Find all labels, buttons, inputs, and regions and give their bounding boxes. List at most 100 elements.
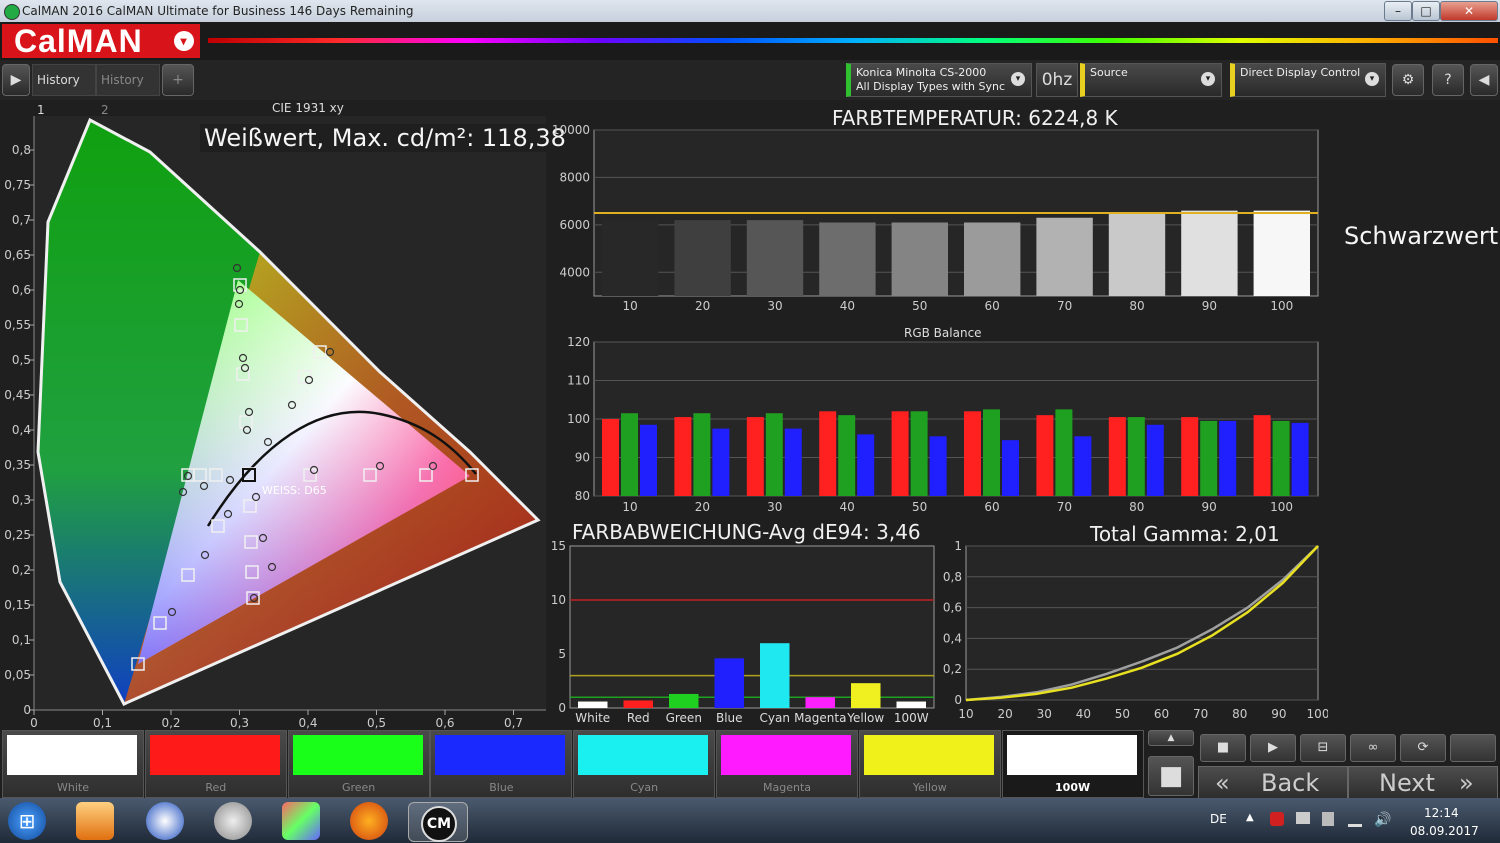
cie-x-tick-label: 0,2: [161, 716, 180, 730]
network-tray-icon[interactable]: [1348, 812, 1362, 827]
clock-date[interactable]: 08.09.2017: [1410, 824, 1479, 838]
stop-measure-button[interactable]: ■: [1148, 756, 1194, 796]
step-icon[interactable]: ⊟: [1300, 734, 1346, 762]
de-x-tick-label: Red: [627, 711, 650, 725]
color-patch-red[interactable]: Red: [144, 730, 287, 798]
next-button[interactable]: Next »: [1348, 766, 1498, 800]
chevron-down-icon: ▾: [174, 31, 194, 51]
rgb-bar-g: [1272, 420, 1290, 496]
help-icon[interactable]: ?: [1432, 64, 1464, 96]
cie-x-tick-label: 0,6: [435, 716, 454, 730]
play-measure-icon[interactable]: ▶: [1250, 734, 1296, 762]
source-label: Source: [1090, 66, 1128, 79]
tab-history-1[interactable]: History 1: [32, 64, 96, 117]
color-patch-cyan[interactable]: Cyan: [573, 730, 716, 798]
de-y-tick-label: 5: [558, 647, 566, 661]
gamma-x-tick-label: 20: [997, 707, 1012, 721]
stop-icon[interactable]: ■: [1200, 734, 1246, 762]
de-x-tick-label: White: [575, 711, 610, 725]
tab-history-2[interactable]: History 2: [96, 64, 160, 117]
color-patch-blue[interactable]: Blue: [430, 730, 573, 798]
rgb-bar-b: [712, 428, 730, 496]
display-control-selector[interactable]: Direct Display Control ▾: [1230, 63, 1386, 97]
rgb-bar-g: [983, 409, 1000, 496]
rgb-x-tick-label: 60: [984, 500, 999, 514]
gamma-x-tick-label: 90: [1271, 707, 1286, 721]
user-app-icon[interactable]: [146, 802, 184, 840]
color-patch-label: Red: [205, 781, 227, 794]
de-bar: [896, 701, 926, 708]
scroll-up-button[interactable]: ▲: [1148, 730, 1194, 746]
gamma-y-tick-label: 0,8: [943, 570, 962, 584]
gamma-y-tick-label: 0,4: [943, 631, 962, 645]
ct-x-tick-label: 10: [623, 299, 638, 313]
language-indicator[interactable]: DE: [1210, 812, 1227, 826]
display-tray-icon[interactable]: [1296, 812, 1310, 824]
cie-y-tick-label: 0: [23, 703, 31, 717]
gamma-y-tick-label: 0,6: [943, 601, 962, 615]
tray-expand-icon[interactable]: ▲: [1246, 812, 1254, 823]
cie-y-tick-label: 0,55: [4, 318, 31, 332]
start-button-icon[interactable]: ⊞: [8, 802, 46, 840]
media-player-icon[interactable]: [76, 802, 114, 840]
color-patch-100w[interactable]: 100W: [1001, 730, 1144, 798]
color-patch-green[interactable]: Green: [287, 730, 430, 798]
rgb-bar-r: [891, 411, 909, 496]
calman-taskbar-button[interactable]: CM: [408, 802, 468, 842]
rgb-bar-r: [674, 417, 692, 496]
color-patch-label: 100W: [1055, 781, 1091, 794]
color-patch-swatch: [1006, 735, 1137, 775]
de-y-tick-label: 15: [551, 539, 566, 553]
flag-tray-icon[interactable]: [1322, 812, 1334, 826]
next-label: Next: [1379, 769, 1435, 797]
chevron-down-icon: ▾: [1365, 72, 1379, 86]
color-patch-swatch: [292, 735, 423, 775]
minimize-button[interactable]: –: [1384, 1, 1412, 21]
rgb-bar-g: [621, 413, 638, 496]
back-button[interactable]: « Back: [1198, 766, 1348, 800]
color-patch-magenta[interactable]: Magenta: [716, 730, 858, 798]
cie-chromaticity-chart: 0 0,1 0,2 0,3 0,4 0,5 0,6 0,7 0 0,05 0,1 0,15 0,2 0,2…: [4, 116, 546, 730]
rgb-balance-chart: 80 90 100 110 120 10 20 30 40 50 60 70 80 90 100: [567, 335, 1319, 514]
source-selector[interactable]: Source ▾: [1080, 63, 1222, 97]
rgb-x-tick-label: 80: [1129, 500, 1144, 514]
ct-bar: [746, 220, 804, 296]
de-x-tick-label: Blue: [716, 711, 743, 725]
rgb-bar-b: [857, 434, 875, 496]
rgb-y-tick-label: 100: [567, 412, 590, 426]
rgb-bar-g: [1200, 420, 1218, 496]
cie-x-tick-label: 0,4: [298, 716, 317, 730]
close-button[interactable]: ✕: [1440, 1, 1498, 21]
loop-icon[interactable]: ∞: [1350, 734, 1396, 762]
refresh-rate-display[interactable]: 0hz: [1036, 63, 1078, 97]
meter-mode: All Display Types with Sync: [856, 80, 1006, 93]
meter-selector[interactable]: Konica Minolta CS-2000 All Display Types…: [846, 63, 1032, 97]
ct-y-tick-label: 10000: [552, 123, 590, 137]
antivirus-tray-icon[interactable]: [1270, 812, 1284, 826]
cie-y-tick-label: 0,65: [4, 248, 31, 262]
record-icon[interactable]: [1450, 734, 1496, 762]
sync-icon[interactable]: ⟳: [1400, 734, 1446, 762]
de-x-tick-label: Yellow: [846, 711, 884, 725]
paint-app-icon[interactable]: [282, 802, 320, 840]
chevron-down-icon: ▾: [1011, 72, 1025, 86]
de-x-tick-label: Green: [666, 711, 702, 725]
gamma-x-tick-label: 60: [1154, 707, 1169, 721]
collapse-panel-icon[interactable]: ◀: [1470, 64, 1498, 96]
clock-time[interactable]: 12:14: [1424, 806, 1459, 820]
maximize-button[interactable]: □: [1412, 1, 1440, 21]
calman-logo-menu[interactable]: CalMAN ▾: [2, 24, 200, 58]
settings-gear-icon[interactable]: ⚙: [1392, 64, 1424, 96]
color-patch-white[interactable]: White: [2, 730, 144, 798]
color-patch-label: Blue: [489, 781, 514, 794]
play-icon[interactable]: ▶: [2, 64, 30, 96]
cie-y-tick-label: 0,2: [12, 563, 31, 577]
de-x-tick-label: Cyan: [760, 711, 790, 725]
rgb-bar-r: [746, 417, 764, 496]
color-patch-yellow[interactable]: Yellow: [858, 730, 1001, 798]
add-tab-button[interactable]: +: [162, 64, 194, 96]
firefox-icon[interactable]: [350, 802, 388, 840]
clock-app-icon[interactable]: [214, 802, 252, 840]
de-bar: [851, 683, 881, 708]
volume-tray-icon[interactable]: 🔊: [1374, 812, 1391, 828]
